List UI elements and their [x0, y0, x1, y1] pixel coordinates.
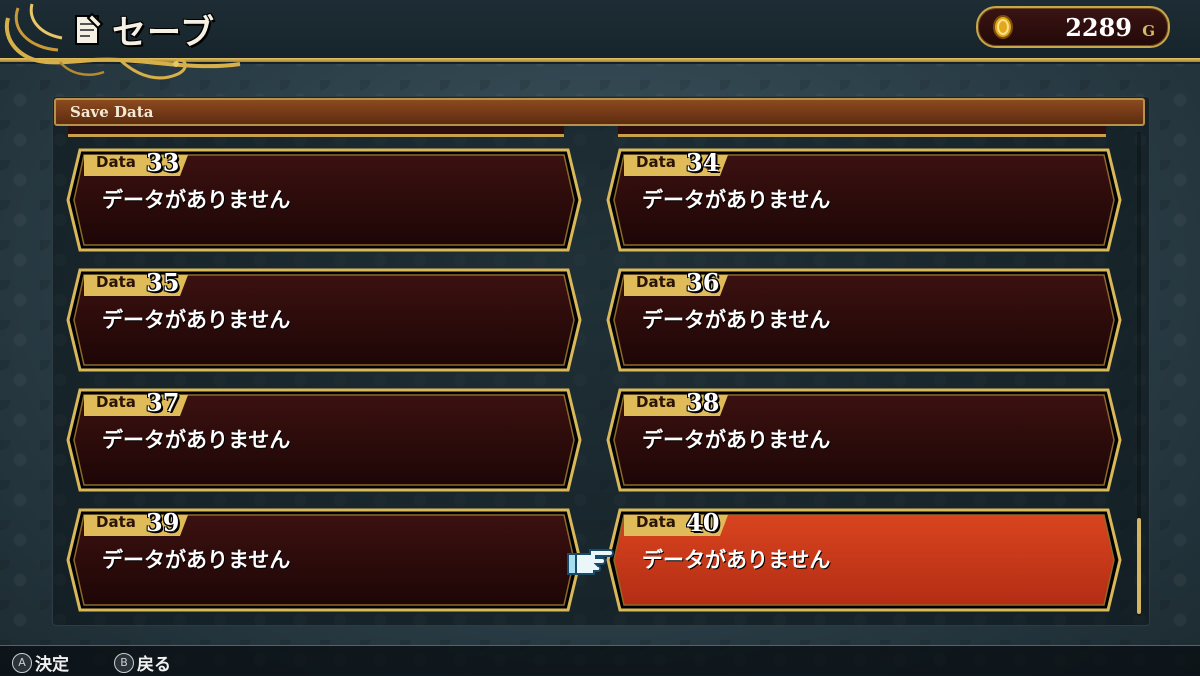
save-slot-40[interactable]: Data 40 データがありません: [606, 508, 1122, 612]
slot-status: データがありません: [642, 548, 831, 572]
footer-bar: A 決定 B 戻る: [0, 645, 1200, 676]
slot-tag: Data: [636, 153, 676, 171]
slot-status: データがありません: [102, 188, 291, 212]
save-slot-34[interactable]: Data 34 データがありません: [606, 148, 1122, 252]
confirm-label: 決定: [35, 655, 69, 675]
confirm-hint[interactable]: A 決定: [12, 650, 69, 675]
gold-coin-icon: [993, 15, 1013, 39]
save-slot-33[interactable]: Data 33 データがありません: [66, 148, 582, 252]
a-button-icon: A: [12, 652, 32, 673]
panel-header: Save Data: [54, 98, 1145, 126]
slot-number: 39: [146, 508, 180, 537]
save-slot-39[interactable]: Data 39 データがありません: [66, 508, 582, 612]
slot-tag: Data: [636, 513, 676, 531]
gold-display: 2289 G: [976, 6, 1170, 48]
scrollbar-thumb[interactable]: [1137, 518, 1141, 614]
back-label: 戻る: [137, 655, 171, 675]
slot-status: データがありません: [642, 188, 831, 212]
save-slot-35[interactable]: Data 35 データがありません: [66, 268, 582, 372]
back-hint[interactable]: B 戻る: [114, 650, 171, 675]
document-pen-icon: [75, 12, 104, 45]
save-slot-36[interactable]: Data 36 データがありません: [606, 268, 1122, 372]
slot-number: 36: [686, 268, 720, 297]
slot-tag: Data: [636, 273, 676, 291]
b-button-icon: B: [114, 652, 134, 673]
title-group: セーブ: [72, 6, 215, 53]
partial-slot-above-right: [618, 126, 1106, 137]
slot-tag: Data: [96, 273, 136, 291]
slot-number: 34: [686, 148, 720, 177]
slot-tag: Data: [96, 393, 136, 411]
slot-tag: Data: [636, 393, 676, 411]
slot-tag: Data: [96, 513, 136, 531]
slot-number: 35: [146, 268, 180, 297]
slot-status: データがありません: [102, 308, 291, 332]
slot-status: データがありません: [102, 428, 291, 452]
gold-unit: G: [1142, 22, 1155, 40]
slot-status: データがありません: [102, 548, 291, 572]
slot-number: 37: [146, 388, 180, 417]
gold-amount: 2289: [1065, 13, 1132, 42]
save-slot-38[interactable]: Data 38 データがありません: [606, 388, 1122, 492]
page-title: セーブ: [112, 12, 215, 53]
slot-status: データがありません: [642, 308, 831, 332]
pointing-hand-icon: [567, 549, 614, 575]
slot-status: データがありません: [642, 428, 831, 452]
save-slot-37[interactable]: Data 37 データがありません: [66, 388, 582, 492]
slot-tag: Data: [96, 153, 136, 171]
partial-slot-above-left: [68, 126, 564, 137]
slot-number: 33: [146, 148, 180, 177]
slot-number: 40: [686, 508, 720, 537]
slot-number: 38: [686, 388, 720, 417]
panel-title: Save Data: [70, 103, 154, 121]
